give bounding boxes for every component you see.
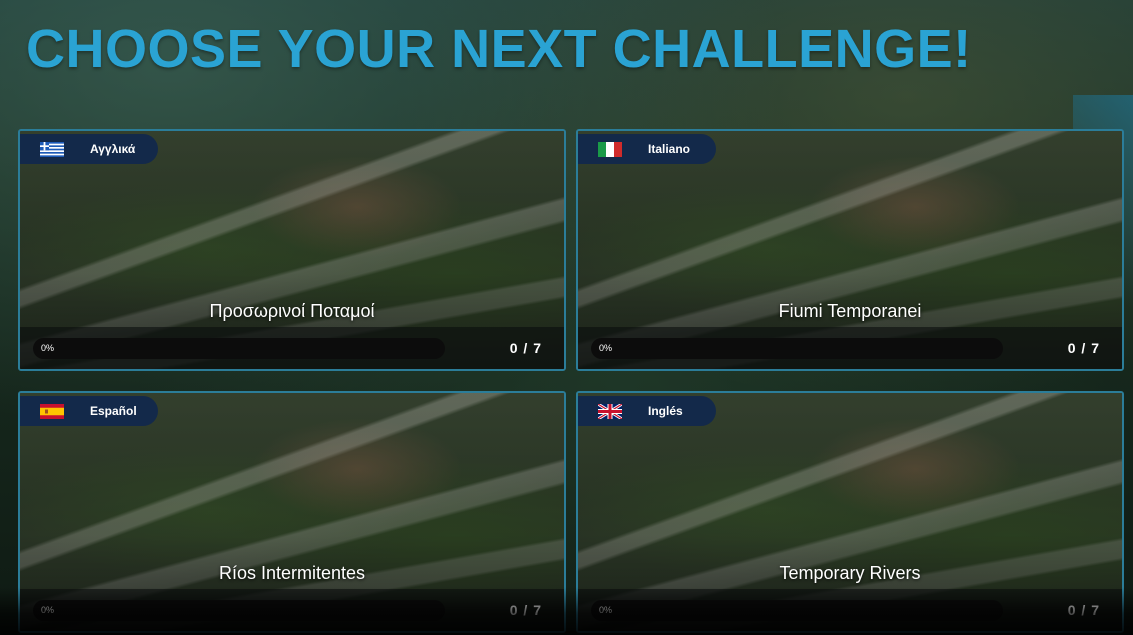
language-badge: Inglés (578, 396, 716, 426)
challenge-card-english[interactable]: Inglés Temporary Rivers 0% 0 / 7 (576, 391, 1124, 633)
progress-bar: 0% (33, 337, 445, 359)
challenge-name: Fiumi Temporanei (778, 301, 922, 321)
italy-flag-icon (598, 141, 622, 157)
challenge-card-greek[interactable]: Αγγλικά Προσωρινοί Ποταμοί 0% 0 / 7 (18, 129, 566, 371)
challenge-name: Temporary Rivers (779, 563, 921, 583)
progress-bar: 0% (33, 599, 445, 621)
progress-percent: 0% (41, 604, 55, 615)
challenge-card-italian[interactable]: Italiano Fiumi Temporanei 0% 0 / 7 (576, 129, 1124, 371)
progress-bar: 0% (591, 599, 1003, 621)
card-footer: 0% 0 / 7 (20, 327, 564, 369)
language-label: Inglés (648, 404, 683, 418)
card-footer: 0% 0 / 7 (578, 589, 1122, 631)
language-label: Αγγλικά (90, 142, 136, 156)
card-footer: 0% 0 / 7 (20, 589, 564, 631)
challenge-name: Ríos Intermitentes (218, 563, 366, 583)
language-label: Español (90, 404, 137, 418)
completion-count: 0 / 7 (509, 602, 542, 618)
uk-flag-icon (598, 403, 622, 419)
progress-percent: 0% (41, 342, 55, 353)
page-title: CHOOSE YOUR NEXT CHALLENGE! (26, 19, 972, 79)
progress-percent: 0% (599, 342, 613, 353)
language-badge: Italiano (578, 134, 716, 164)
progress-percent: 0% (599, 604, 613, 615)
completion-count: 0 / 7 (1067, 340, 1100, 356)
language-label: Italiano (648, 142, 691, 156)
completion-count: 0 / 7 (509, 340, 542, 356)
completion-count: 0 / 7 (1067, 602, 1100, 618)
progress-bar: 0% (591, 337, 1003, 359)
language-badge: Español (20, 396, 158, 426)
language-badge: Αγγλικά (20, 134, 158, 164)
card-footer: 0% 0 / 7 (578, 327, 1122, 369)
spain-flag-icon (40, 403, 64, 419)
challenge-name: Προσωρινοί Ποταμοί (209, 301, 375, 321)
challenge-card-spanish[interactable]: Español Ríos Intermitentes 0% 0 / 7 (18, 391, 566, 633)
greece-flag-icon (40, 141, 64, 157)
